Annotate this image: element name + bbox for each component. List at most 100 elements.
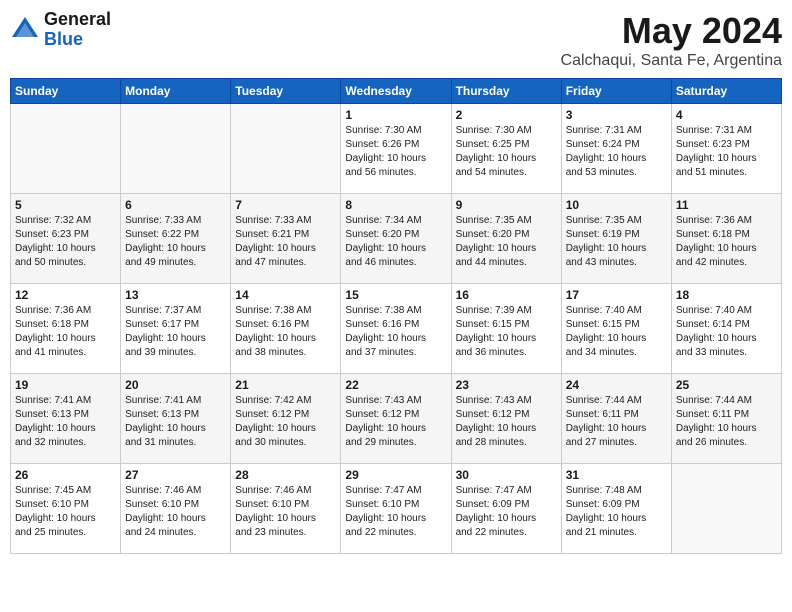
day-cell: 28 Sunrise: 7:46 AM Sunset: 6:10 PM Dayli… bbox=[231, 464, 341, 554]
day-cell bbox=[121, 104, 231, 194]
day-cell: 13 Sunrise: 7:37 AM Sunset: 6:17 PM Dayli… bbox=[121, 284, 231, 374]
day-info: Sunrise: 7:36 AM Sunset: 6:18 PM Dayligh… bbox=[676, 214, 777, 270]
day-number: 4 bbox=[676, 108, 777, 122]
day-cell bbox=[231, 104, 341, 194]
day-cell: 8Sunrise: 7:34 AM Sunset: 6:20 PM Daylig… bbox=[341, 194, 451, 284]
day-number: 11 bbox=[676, 198, 777, 212]
day-number: 21 bbox=[235, 378, 336, 392]
day-info: Sunrise: 7:39 AM Sunset: 6:15 PM Dayligh… bbox=[456, 304, 557, 360]
day-number: 10 bbox=[566, 198, 667, 212]
day-cell: 22 Sunrise: 7:43 AM Sunset: 6:12 PM Dayli… bbox=[341, 374, 451, 464]
day-cell: 5 Sunrise: 7:32 AM Sunset: 6:23 PM Daylig… bbox=[11, 194, 121, 284]
day-number: 28 bbox=[235, 468, 336, 482]
day-info: Sunrise: 7:46 AM Sunset: 6:10 PM Dayligh… bbox=[125, 484, 226, 540]
day-cell: 25 Sunrise: 7:44 AM Sunset: 6:11 PM Dayli… bbox=[671, 374, 781, 464]
day-number: 24 bbox=[566, 378, 667, 392]
day-info: Sunrise: 7:33 AM Sunset: 6:22 PM Dayligh… bbox=[125, 214, 226, 270]
day-cell: 10 Sunrise: 7:35 AM Sunset: 6:19 PM Dayli… bbox=[561, 194, 671, 284]
day-number: 16 bbox=[456, 288, 557, 302]
day-number: 19 bbox=[15, 378, 116, 392]
day-cell: 3Sunrise: 7:31 AM Sunset: 6:24 PM Daylig… bbox=[561, 104, 671, 194]
day-number: 25 bbox=[676, 378, 777, 392]
day-number: 17 bbox=[566, 288, 667, 302]
day-number: 12 bbox=[15, 288, 116, 302]
day-cell: 27 Sunrise: 7:46 AM Sunset: 6:10 PM Dayli… bbox=[121, 464, 231, 554]
day-info: Sunrise: 7:43 AM Sunset: 6:12 PM Dayligh… bbox=[345, 394, 446, 450]
day-info: Sunrise: 7:35 AM Sunset: 6:19 PM Dayligh… bbox=[566, 214, 667, 270]
day-info: Sunrise: 7:40 AM Sunset: 6:15 PM Dayligh… bbox=[566, 304, 667, 360]
day-cell: 4Sunrise: 7:31 AM Sunset: 6:23 PM Daylig… bbox=[671, 104, 781, 194]
title-section: May 2024 Calchaqui, Santa Fe, Argentina bbox=[561, 10, 782, 70]
day-number: 6 bbox=[125, 198, 226, 212]
day-number: 18 bbox=[676, 288, 777, 302]
day-info: Sunrise: 7:38 AM Sunset: 6:16 PM Dayligh… bbox=[235, 304, 336, 360]
day-info: Sunrise: 7:47 AM Sunset: 6:09 PM Dayligh… bbox=[456, 484, 557, 540]
day-cell: 24 Sunrise: 7:44 AM Sunset: 6:11 PM Dayli… bbox=[561, 374, 671, 464]
logo-icon bbox=[10, 15, 40, 45]
day-info: Sunrise: 7:36 AM Sunset: 6:18 PM Dayligh… bbox=[15, 304, 116, 360]
day-cell: 9Sunrise: 7:35 AM Sunset: 6:20 PM Daylig… bbox=[451, 194, 561, 284]
calendar-table: SundayMondayTuesdayWednesdayThursdayFrid… bbox=[10, 78, 782, 554]
day-number: 23 bbox=[456, 378, 557, 392]
day-info: Sunrise: 7:44 AM Sunset: 6:11 PM Dayligh… bbox=[566, 394, 667, 450]
day-info: Sunrise: 7:30 AM Sunset: 6:25 PM Dayligh… bbox=[456, 124, 557, 180]
day-number: 22 bbox=[345, 378, 446, 392]
header-cell-saturday: Saturday bbox=[671, 79, 781, 104]
header-cell-monday: Monday bbox=[121, 79, 231, 104]
header-cell-wednesday: Wednesday bbox=[341, 79, 451, 104]
day-number: 20 bbox=[125, 378, 226, 392]
week-row-2: 5 Sunrise: 7:32 AM Sunset: 6:23 PM Daylig… bbox=[11, 194, 782, 284]
day-cell: 14 Sunrise: 7:38 AM Sunset: 6:16 PM Dayli… bbox=[231, 284, 341, 374]
day-info: Sunrise: 7:41 AM Sunset: 6:13 PM Dayligh… bbox=[125, 394, 226, 450]
day-cell: 19 Sunrise: 7:41 AM Sunset: 6:13 PM Dayli… bbox=[11, 374, 121, 464]
day-info: Sunrise: 7:43 AM Sunset: 6:12 PM Dayligh… bbox=[456, 394, 557, 450]
day-cell: 11 Sunrise: 7:36 AM Sunset: 6:18 PM Dayli… bbox=[671, 194, 781, 284]
header-cell-tuesday: Tuesday bbox=[231, 79, 341, 104]
day-cell: 2Sunrise: 7:30 AM Sunset: 6:25 PM Daylig… bbox=[451, 104, 561, 194]
day-info: Sunrise: 7:30 AM Sunset: 6:26 PM Dayligh… bbox=[345, 124, 446, 180]
day-info: Sunrise: 7:46 AM Sunset: 6:10 PM Dayligh… bbox=[235, 484, 336, 540]
day-cell: 21 Sunrise: 7:42 AM Sunset: 6:12 PM Dayli… bbox=[231, 374, 341, 464]
day-info: Sunrise: 7:48 AM Sunset: 6:09 PM Dayligh… bbox=[566, 484, 667, 540]
day-cell: 26 Sunrise: 7:45 AM Sunset: 6:10 PM Dayli… bbox=[11, 464, 121, 554]
location: Calchaqui, Santa Fe, Argentina bbox=[561, 52, 782, 70]
week-row-5: 26 Sunrise: 7:45 AM Sunset: 6:10 PM Dayli… bbox=[11, 464, 782, 554]
day-info: Sunrise: 7:45 AM Sunset: 6:10 PM Dayligh… bbox=[15, 484, 116, 540]
header-cell-friday: Friday bbox=[561, 79, 671, 104]
day-cell: 31 Sunrise: 7:48 AM Sunset: 6:09 PM Dayli… bbox=[561, 464, 671, 554]
day-number: 29 bbox=[345, 468, 446, 482]
week-row-4: 19 Sunrise: 7:41 AM Sunset: 6:13 PM Dayli… bbox=[11, 374, 782, 464]
day-cell bbox=[671, 464, 781, 554]
day-cell: 6 Sunrise: 7:33 AM Sunset: 6:22 PM Daylig… bbox=[121, 194, 231, 284]
day-number: 27 bbox=[125, 468, 226, 482]
day-cell bbox=[11, 104, 121, 194]
day-cell: 29Sunrise: 7:47 AM Sunset: 6:10 PM Dayli… bbox=[341, 464, 451, 554]
header-cell-sunday: Sunday bbox=[11, 79, 121, 104]
day-info: Sunrise: 7:35 AM Sunset: 6:20 PM Dayligh… bbox=[456, 214, 557, 270]
day-info: Sunrise: 7:37 AM Sunset: 6:17 PM Dayligh… bbox=[125, 304, 226, 360]
day-number: 14 bbox=[235, 288, 336, 302]
header-cell-thursday: Thursday bbox=[451, 79, 561, 104]
header-row: SundayMondayTuesdayWednesdayThursdayFrid… bbox=[11, 79, 782, 104]
day-number: 3 bbox=[566, 108, 667, 122]
day-info: Sunrise: 7:41 AM Sunset: 6:13 PM Dayligh… bbox=[15, 394, 116, 450]
day-cell: 17 Sunrise: 7:40 AM Sunset: 6:15 PM Dayli… bbox=[561, 284, 671, 374]
day-number: 26 bbox=[15, 468, 116, 482]
day-number: 1 bbox=[345, 108, 446, 122]
day-number: 15 bbox=[345, 288, 446, 302]
logo-text: General Blue bbox=[44, 10, 111, 50]
day-info: Sunrise: 7:34 AM Sunset: 6:20 PM Dayligh… bbox=[345, 214, 446, 270]
day-number: 7 bbox=[235, 198, 336, 212]
logo-blue: Blue bbox=[44, 30, 111, 50]
day-info: Sunrise: 7:44 AM Sunset: 6:11 PM Dayligh… bbox=[676, 394, 777, 450]
week-row-3: 12 Sunrise: 7:36 AM Sunset: 6:18 PM Dayli… bbox=[11, 284, 782, 374]
day-cell: 18Sunrise: 7:40 AM Sunset: 6:14 PM Dayli… bbox=[671, 284, 781, 374]
day-number: 31 bbox=[566, 468, 667, 482]
day-number: 5 bbox=[15, 198, 116, 212]
day-info: Sunrise: 7:32 AM Sunset: 6:23 PM Dayligh… bbox=[15, 214, 116, 270]
page-header: General Blue May 2024 Calchaqui, Santa F… bbox=[10, 10, 782, 70]
day-cell: 15Sunrise: 7:38 AM Sunset: 6:16 PM Dayli… bbox=[341, 284, 451, 374]
day-number: 13 bbox=[125, 288, 226, 302]
day-cell: 30Sunrise: 7:47 AM Sunset: 6:09 PM Dayli… bbox=[451, 464, 561, 554]
day-info: Sunrise: 7:42 AM Sunset: 6:12 PM Dayligh… bbox=[235, 394, 336, 450]
